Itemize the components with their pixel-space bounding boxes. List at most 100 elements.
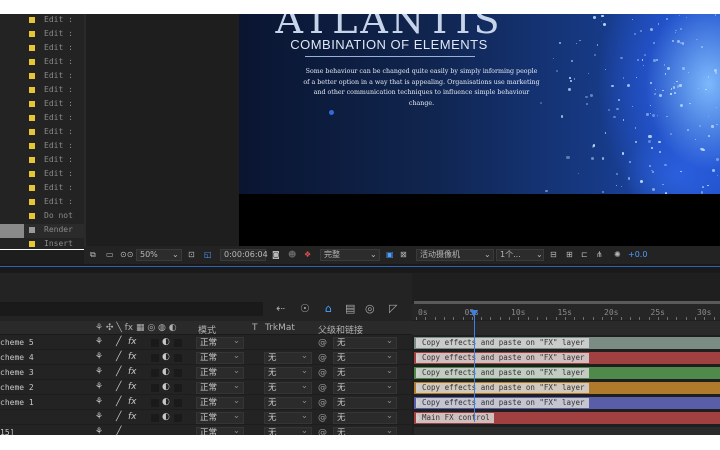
project-scrollbar[interactable] [0, 250, 84, 264]
3d-layer-switch[interactable] [174, 339, 182, 347]
quality-switch-icon[interactable]: ╱ [116, 352, 121, 362]
3d-layer-switch[interactable] [174, 354, 182, 362]
quality-switch-icon[interactable]: ╱ [116, 382, 121, 392]
pick-whip-icon[interactable]: @ [318, 383, 327, 393]
pick-whip-icon[interactable]: @ [318, 353, 327, 363]
project-item[interactable]: Edit : [0, 112, 84, 126]
track-matte-select[interactable]: 无 [264, 381, 312, 394]
effects-switch-icon[interactable]: fx [128, 367, 137, 377]
adjustment-layer-icon[interactable]: ◐ [162, 352, 170, 362]
effects-switch-icon[interactable]: fx [128, 382, 137, 392]
graph-editor-icon[interactable]: ◎ [365, 302, 375, 315]
shy-layers-icon[interactable]: ☉ [300, 302, 310, 315]
parent-select[interactable]: 无 [333, 366, 397, 379]
label-color-swatch[interactable] [29, 129, 35, 135]
blend-mode-select[interactable]: 正常 [196, 396, 244, 409]
layer-duration-bar[interactable]: Copy effects and paste on "FX" layer [414, 397, 720, 409]
effects-switch-icon[interactable]: fx [128, 337, 137, 347]
camera-icon[interactable]: ◙ [272, 249, 280, 261]
frame-blending-icon[interactable]: ⌂ [325, 302, 332, 315]
motion-blur-switch[interactable] [151, 339, 159, 347]
comp-flowchart-icon[interactable]: ⇠ [276, 302, 285, 315]
blend-mode-select[interactable]: 正常 [196, 336, 244, 349]
project-item[interactable]: Edit : [0, 140, 84, 154]
track-matte-select[interactable]: 无 [264, 396, 312, 409]
quality-switch-icon[interactable]: ╱ [116, 367, 121, 377]
adjustment-layer-icon[interactable]: ◐ [162, 397, 170, 407]
parent-select[interactable]: 无 [333, 381, 397, 394]
quality-switch-icon[interactable]: ╱ [116, 337, 121, 347]
label-color-swatch[interactable] [29, 227, 35, 233]
project-item[interactable]: Edit : [0, 168, 84, 182]
parent-select[interactable]: 无 [333, 351, 397, 364]
layer-duration-bar[interactable]: Copy effects and paste on "FX" layer [414, 337, 720, 349]
project-item[interactable]: Edit : [0, 42, 84, 56]
label-color-swatch[interactable] [29, 59, 35, 65]
label-color-swatch[interactable] [29, 143, 35, 149]
layer-row[interactable]: cheme 1 ⚘ ╱ fx ◐ 正常 无 @ 无 [0, 396, 412, 410]
composition-viewer[interactable]: ATLANTIS COMBINATION OF ELEMENTS Some be… [239, 14, 720, 194]
label-color-swatch[interactable] [29, 73, 35, 79]
timeline-icon[interactable]: ⊏ [581, 249, 588, 261]
label-color-swatch[interactable] [29, 241, 35, 247]
label-color-swatch[interactable] [29, 45, 35, 51]
3d-layer-switch[interactable] [174, 399, 182, 407]
track-matte-select[interactable]: 无 [264, 411, 312, 424]
pick-whip-icon[interactable]: @ [318, 368, 327, 378]
layer-name[interactable]: cheme 2 [0, 383, 34, 392]
project-item[interactable]: Edit : [0, 154, 84, 168]
adjustment-layer-icon[interactable]: ◐ [162, 337, 170, 347]
blend-mode-select[interactable]: 正常 [196, 411, 244, 424]
shy-switch-icon[interactable]: ⚘ [95, 367, 103, 377]
color-channel-icon[interactable]: ❖ [304, 249, 311, 261]
layer-row[interactable]: cheme 5 ⚘ ╱ fx ◐ 正常 @ 无 [0, 336, 412, 350]
quality-switch-icon[interactable]: ╱ [116, 412, 121, 422]
3d-layer-switch[interactable] [174, 384, 182, 392]
pick-whip-icon[interactable]: @ [318, 413, 327, 423]
always-preview-icon[interactable]: ⧉ [90, 249, 96, 261]
effects-switch-icon[interactable]: fx [128, 397, 137, 407]
blend-mode-select[interactable]: 正常 [196, 351, 244, 364]
label-color-swatch[interactable] [29, 31, 35, 37]
shy-switch-icon[interactable]: ⚘ [95, 412, 103, 422]
blend-mode-select[interactable]: 正常 [196, 366, 244, 379]
monitor-icon[interactable]: ▭ [106, 249, 114, 261]
pick-whip-icon[interactable]: @ [318, 338, 327, 348]
parent-select[interactable]: 无 [333, 396, 397, 409]
safe-area-icon[interactable]: ◱ [204, 249, 212, 261]
label-color-swatch[interactable] [29, 213, 35, 219]
parent-select[interactable]: 无 [333, 411, 397, 424]
toggle-pixel-icon[interactable]: ⊞ [566, 249, 573, 261]
exposure-value[interactable]: +0.0 [628, 249, 647, 261]
layer-name[interactable]: cheme 1 [0, 398, 34, 407]
motion-blur-switch[interactable] [151, 414, 159, 422]
project-item[interactable]: Edit : [0, 14, 84, 28]
adjustment-layer-icon[interactable]: ◐ [162, 382, 170, 392]
track-matte-select[interactable]: 无 [264, 351, 312, 364]
adjustment-layer-icon[interactable]: ◐ [162, 367, 170, 377]
motion-blur-switch[interactable] [151, 369, 159, 377]
project-item[interactable]: Edit : [0, 126, 84, 140]
effects-switch-icon[interactable]: fx [128, 412, 137, 422]
project-item[interactable]: Edit : [0, 84, 84, 98]
effects-switch-icon[interactable]: fx [128, 352, 137, 362]
motion-blur-switch[interactable] [151, 399, 159, 407]
layer-name[interactable]: cheme 3 [0, 368, 34, 377]
motion-blur-switch[interactable] [151, 384, 159, 392]
layer-row[interactable]: cheme 3 ⚘ ╱ fx ◐ 正常 无 @ 无 [0, 366, 412, 380]
parent-select[interactable]: 无 [333, 336, 397, 349]
motion-blur-icon[interactable]: ▤ [345, 302, 355, 315]
track-matte-select[interactable]: 无 [264, 366, 312, 379]
motion-blur-switch[interactable] [151, 354, 159, 362]
project-item[interactable]: Insert [0, 238, 84, 249]
layer-duration-bar[interactable]: Main FX control [414, 412, 720, 424]
project-item[interactable]: Edit : [0, 196, 84, 210]
label-color-swatch[interactable] [29, 157, 35, 163]
current-time-indicator[interactable] [474, 312, 475, 422]
pick-whip-icon[interactable]: @ [318, 398, 327, 408]
timeline-search-input[interactable] [0, 302, 263, 316]
project-item[interactable]: Edit : [0, 98, 84, 112]
label-color-swatch[interactable] [29, 171, 35, 177]
layer-duration-bar[interactable]: Copy effects and paste on "FX" layer [414, 367, 720, 379]
3d-layer-switch[interactable] [174, 414, 182, 422]
